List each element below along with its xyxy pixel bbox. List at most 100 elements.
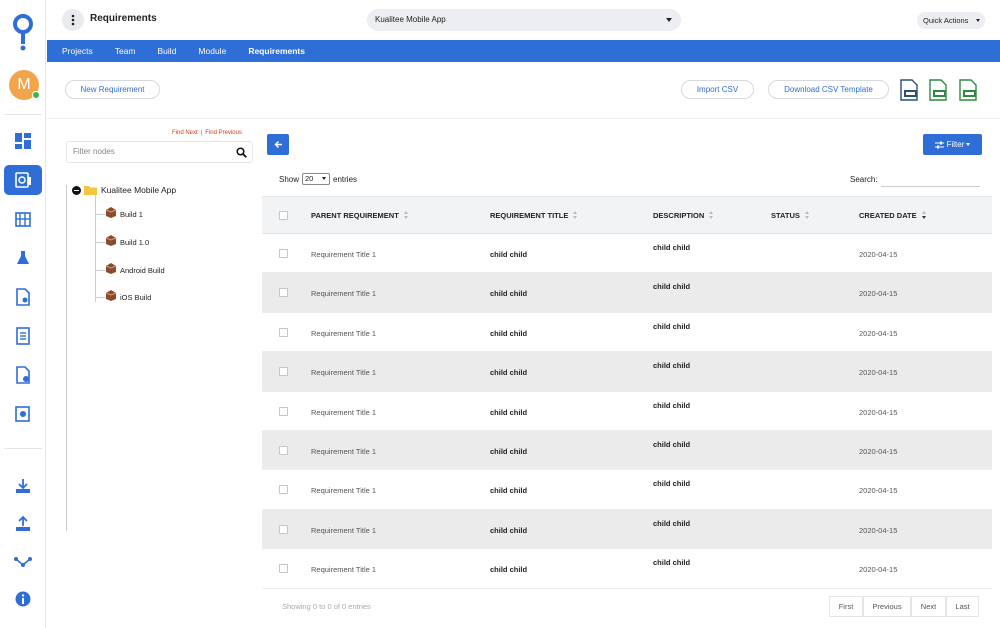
table-row[interactable]: Requirement Title 1 child child child ch…: [262, 234, 992, 274]
tab-team[interactable]: Team: [115, 46, 136, 56]
new-requirement-button[interactable]: New Requirement: [65, 80, 160, 99]
rail-test-execution[interactable]: [4, 321, 42, 351]
table-row[interactable]: Requirement Title 1 child child child ch…: [262, 273, 992, 313]
column-header-description[interactable]: DESCRIPTION: [653, 211, 714, 220]
table-row[interactable]: Requirement Title 1 child child child ch…: [262, 470, 992, 510]
row-checkbox[interactable]: [279, 367, 288, 377]
xlsx-export-icon[interactable]: [927, 79, 948, 101]
row-checkbox[interactable]: [279, 564, 288, 574]
requirements-icon: [15, 172, 31, 188]
left-rail: M: [0, 0, 46, 628]
cell-parent-requirement: Requirement Title 1: [311, 565, 377, 575]
cell-parent-requirement: Requirement Title 1: [311, 486, 377, 496]
table-row[interactable]: Requirement Title 1 child child child ch…: [262, 549, 992, 589]
filter-nodes-input[interactable]: Filter nodes: [66, 141, 253, 163]
row-checkbox[interactable]: [279, 288, 288, 298]
tab-projects[interactable]: Projects: [62, 46, 93, 56]
checklist-icon: [16, 327, 30, 345]
rail-download[interactable]: [4, 471, 42, 501]
tree-node-build-1[interactable]: Build 1: [95, 207, 143, 221]
search-label: Search:: [850, 175, 878, 184]
tree-node-label: Build 1.0: [120, 237, 150, 247]
chevron-down-icon: [966, 143, 971, 146]
table-row[interactable]: Requirement Title 1 child child child ch…: [262, 392, 992, 431]
collapse-icon[interactable]: [72, 185, 81, 195]
cell-requirement-title: child child: [490, 486, 528, 496]
cell-created-date: 2020-04-15: [859, 446, 898, 456]
tree-node-build-1-0[interactable]: Build 1.0: [95, 235, 149, 249]
rail-settings[interactable]: [4, 399, 42, 429]
table-row[interactable]: Requirement Title 1 child child child ch…: [262, 352, 992, 392]
table-row[interactable]: Requirement Title 1 child child child ch…: [262, 313, 992, 353]
tab-module[interactable]: Module: [198, 46, 226, 56]
row-checkbox[interactable]: [279, 445, 288, 455]
table-row[interactable]: Requirement Title 1 child child child ch…: [262, 509, 992, 550]
back-button[interactable]: [267, 134, 289, 155]
cell-created-date: 2020-04-15: [859, 289, 898, 299]
cell-created-date: 2020-04-15: [859, 486, 898, 496]
table-search-input[interactable]: [881, 174, 980, 187]
filter-button[interactable]: Filter: [923, 134, 982, 155]
rail-defects[interactable]: [4, 360, 42, 390]
entries-per-page-select[interactable]: 20: [302, 173, 331, 185]
download-csv-template-button[interactable]: Download CSV Template: [768, 80, 889, 99]
cell-requirement-title: child child: [490, 565, 528, 575]
cell-parent-requirement: Requirement Title 1: [311, 446, 377, 456]
rail-info[interactable]: [4, 584, 42, 614]
search-icon[interactable]: [236, 147, 247, 158]
tree-node-android-build[interactable]: Android Build: [95, 263, 165, 277]
pagination-previous-button[interactable]: Previous: [863, 596, 911, 617]
tab-requirements[interactable]: Requirements: [248, 46, 305, 56]
pagination-last-button[interactable]: Last: [946, 596, 979, 617]
more-menu-button[interactable]: [62, 9, 84, 31]
tree-root-node[interactable]: Kualitee Mobile App: [72, 184, 176, 196]
tree-node-ios-build[interactable]: iOS Build: [95, 290, 151, 304]
row-checkbox[interactable]: [279, 485, 288, 495]
rail-upload[interactable]: [4, 509, 42, 539]
avatar-initial: M: [17, 76, 31, 93]
top-bar: Requirements Kualitee Mobile App Quick A…: [47, 0, 1000, 40]
column-header-label: PARENT REQUIREMENT: [311, 211, 399, 220]
column-header-status[interactable]: STATUS: [771, 211, 810, 220]
rail-test-lab[interactable]: [4, 243, 42, 273]
cell-description: child child: [653, 243, 691, 252]
rail-integrations[interactable]: [4, 547, 42, 577]
find-next-link[interactable]: Find Next: [172, 130, 198, 136]
tree-connector: [95, 241, 105, 243]
kualitee-logo-icon[interactable]: [11, 14, 35, 52]
tab-build[interactable]: Build: [158, 46, 177, 56]
pagination-first-button[interactable]: First: [829, 596, 863, 617]
select-all-checkbox[interactable]: [279, 211, 288, 220]
import-csv-button[interactable]: Import CSV: [681, 80, 754, 99]
cell-parent-requirement: Requirement Title 1: [311, 328, 377, 338]
row-checkbox[interactable]: [279, 406, 288, 416]
docx-export-icon[interactable]: [898, 79, 919, 101]
requirements-table: PARENT REQUIREMENT REQUIREMENT TITLE DES…: [262, 196, 992, 589]
column-header-label: REQUIREMENT TITLE: [490, 211, 569, 220]
column-header-requirement-title[interactable]: REQUIREMENT TITLE: [490, 211, 578, 220]
cell-created-date: 2020-04-15: [859, 250, 898, 259]
row-checkbox[interactable]: [279, 327, 288, 337]
row-checkbox[interactable]: [279, 249, 288, 258]
arrow-left-icon: [273, 140, 282, 149]
info-icon: [15, 591, 31, 607]
cell-requirement-title: child child: [490, 525, 528, 535]
csv-export-icon[interactable]: [957, 79, 978, 101]
cell-requirement-title: child child: [490, 289, 528, 299]
table-row[interactable]: Requirement Title 1 child child child ch…: [262, 430, 992, 471]
rail-requirements[interactable]: [4, 165, 42, 195]
column-header-parent-requirement[interactable]: PARENT REQUIREMENT: [311, 211, 409, 220]
defect-doc-icon: [16, 366, 30, 384]
quick-actions-dropdown[interactable]: Quick Actions: [917, 12, 985, 29]
pagination-next-button[interactable]: Next: [911, 596, 946, 617]
rail-dashboard[interactable]: [4, 126, 42, 156]
cell-parent-requirement: Requirement Title 1: [311, 250, 377, 259]
rail-build[interactable]: [4, 204, 42, 234]
column-header-created-date[interactable]: CREATED DATE: [859, 211, 927, 220]
rail-test-cases[interactable]: [4, 282, 42, 312]
user-avatar[interactable]: M: [9, 70, 40, 100]
project-select[interactable]: Kualitee Mobile App: [367, 9, 681, 31]
row-checkbox[interactable]: [279, 524, 288, 534]
tree-node-label: iOS Build: [120, 292, 152, 302]
find-previous-link[interactable]: Find Previous: [205, 130, 242, 136]
